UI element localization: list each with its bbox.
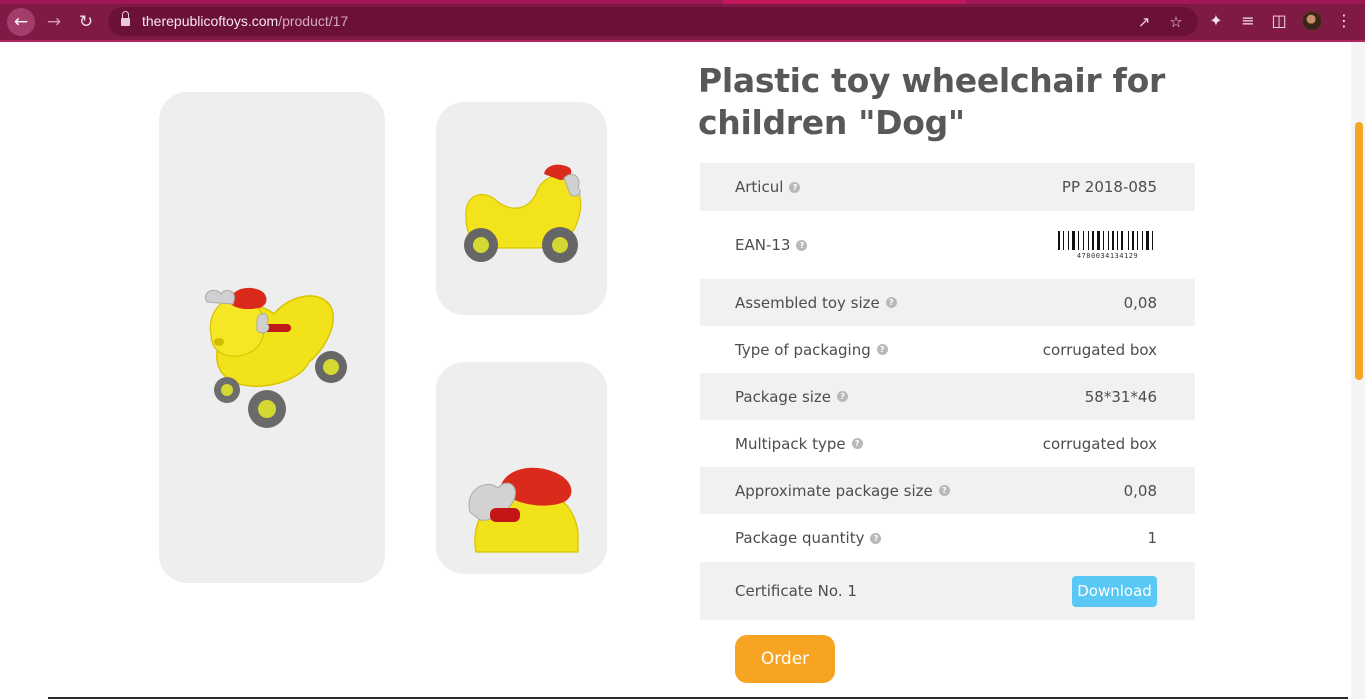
download-certificate-button[interactable]: Download bbox=[1072, 575, 1157, 607]
help-question-icon[interactable]: ? bbox=[876, 344, 888, 355]
spec-value: PP 2018-085 bbox=[1061, 178, 1157, 196]
spec-label: Type of packaging? bbox=[735, 341, 888, 359]
address-bar[interactable]: therepublicoftoys.com/product/17 ↗ ☆ bbox=[108, 7, 1198, 36]
forward-arrow-icon[interactable]: → bbox=[40, 8, 68, 36]
spec-label: Articul? bbox=[735, 178, 801, 196]
url-domain: therepublicoftoys.com bbox=[142, 13, 279, 29]
spec-label-text: Package size bbox=[735, 387, 832, 406]
spec-row: Multipack type? corrugated box bbox=[700, 420, 1195, 467]
main-product-image[interactable] bbox=[159, 92, 385, 583]
page-content: Plastic toy wheelchair for children "Dog… bbox=[0, 42, 1365, 699]
product-title: Plastic toy wheelchair for children "Dog… bbox=[698, 61, 1165, 142]
barcode-digits: 4780034134129 bbox=[1076, 251, 1139, 260]
spec-label: Approximate package size? bbox=[735, 482, 950, 500]
spec-label-text: Type of packaging bbox=[735, 340, 871, 359]
spec-label: Certificate No. 1 bbox=[735, 582, 857, 600]
back-arrow-icon[interactable]: ← bbox=[7, 8, 35, 36]
bookmark-star-icon[interactable]: ☆ bbox=[1168, 14, 1184, 30]
spec-value: 1 bbox=[1147, 529, 1157, 547]
spec-row: Articul? PP 2018-085 bbox=[700, 163, 1195, 211]
help-question-icon[interactable]: ? bbox=[870, 532, 882, 544]
order-button[interactable]: Order bbox=[735, 635, 835, 683]
scrollbar-thumb[interactable] bbox=[1355, 122, 1363, 380]
side-product-image-2[interactable] bbox=[436, 362, 607, 574]
extensions-puzzle-icon[interactable]: ✦ bbox=[1206, 11, 1226, 31]
spec-row: Certificate No. 1 Download bbox=[700, 562, 1195, 620]
help-question-icon[interactable]: ? bbox=[837, 391, 849, 402]
spec-label: Assembled toy size? bbox=[735, 294, 897, 312]
spec-row: EAN-13? 4780034134129 bbox=[700, 211, 1195, 279]
spec-label: EAN-13? bbox=[735, 236, 808, 254]
url-text[interactable]: therepublicoftoys.com/product/17 bbox=[142, 13, 348, 29]
reload-icon[interactable]: ↻ bbox=[72, 8, 100, 36]
help-question-icon[interactable]: ? bbox=[851, 438, 863, 449]
spec-row: Package quantity? 1 bbox=[700, 514, 1195, 562]
toy-dog-ride-on-icon bbox=[205, 287, 347, 428]
share-icon[interactable]: ↗ bbox=[1136, 14, 1152, 30]
spec-label-text: Articul bbox=[735, 178, 784, 196]
profile-avatar[interactable] bbox=[1302, 11, 1322, 31]
help-question-icon[interactable]: ? bbox=[938, 485, 950, 496]
ean-barcode: 4780034134129 bbox=[1058, 230, 1157, 260]
spec-value: corrugated box bbox=[1042, 434, 1157, 453]
spec-label-text: Assembled toy size bbox=[735, 293, 880, 312]
spec-label-text: Package quantity bbox=[735, 529, 865, 547]
menu-kebab-icon[interactable]: ⋮ bbox=[1334, 11, 1354, 31]
spec-label: Multipack type? bbox=[735, 435, 863, 453]
spec-label-text: EAN-13 bbox=[735, 236, 791, 254]
help-question-icon[interactable]: ? bbox=[885, 297, 897, 308]
spec-label: Package quantity? bbox=[735, 529, 882, 547]
barcode-bars-icon bbox=[1058, 230, 1157, 250]
spec-value: 58*31*46 bbox=[1084, 387, 1157, 406]
toy-dog-closeup-icon bbox=[468, 467, 579, 553]
url-path: /product/17 bbox=[278, 13, 349, 29]
spec-label-text: Multipack type bbox=[735, 434, 846, 453]
spec-label-text: Certificate No. 1 bbox=[735, 582, 857, 600]
help-question-icon[interactable]: ? bbox=[796, 239, 808, 251]
tab-strip-edge bbox=[0, 0, 1365, 4]
spec-label: Package size? bbox=[735, 387, 849, 406]
spec-row: Approximate package size? 0,08 bbox=[700, 467, 1195, 514]
toy-dog-side-view-icon bbox=[464, 164, 582, 263]
media-queue-icon[interactable]: ≡ bbox=[1238, 11, 1258, 31]
browser-toolbar: ← → ↻ therepublicoftoys.com/product/17 ↗… bbox=[0, 0, 1365, 42]
side-product-image-1[interactable] bbox=[436, 102, 607, 315]
spec-value: corrugated box bbox=[1042, 340, 1157, 359]
lock-icon[interactable] bbox=[121, 11, 130, 26]
spec-value: 0,08 bbox=[1123, 293, 1157, 312]
spec-row: Type of packaging? corrugated box bbox=[700, 326, 1195, 373]
spec-label-text: Approximate package size bbox=[735, 481, 933, 500]
side-panel-icon[interactable]: ◫ bbox=[1269, 11, 1289, 31]
spec-row: Package size? 58*31*46 bbox=[700, 373, 1195, 420]
spec-row: Assembled toy size? 0,08 bbox=[700, 279, 1195, 326]
help-question-icon[interactable]: ? bbox=[789, 181, 801, 193]
product-specs-table: Articul? PP 2018-085 EAN-13? 4780034134129 A… bbox=[700, 163, 1195, 620]
page-scrollbar[interactable] bbox=[1351, 42, 1365, 699]
spec-value: 0,08 bbox=[1123, 481, 1157, 500]
